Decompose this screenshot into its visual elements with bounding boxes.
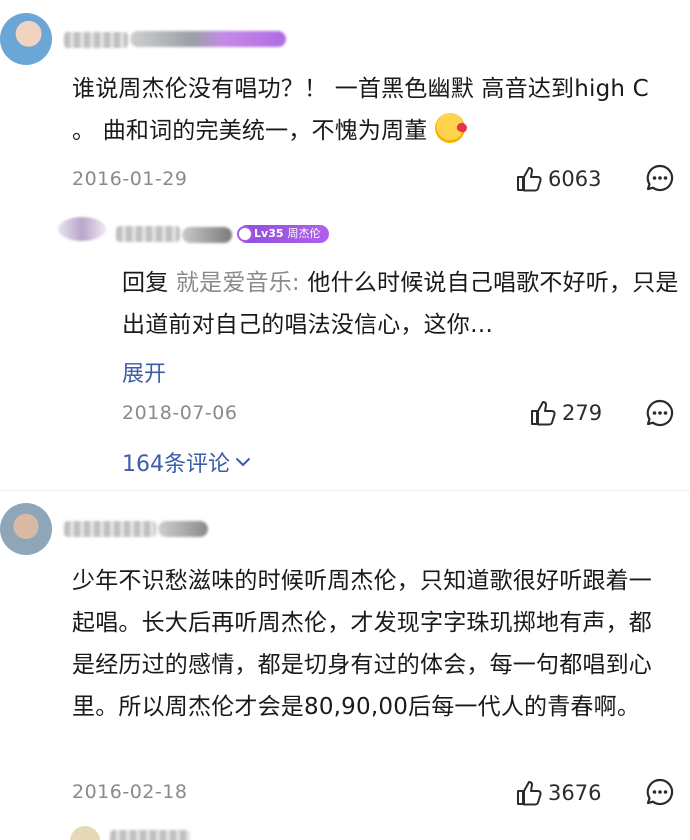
user-badge-blurred — [130, 31, 286, 47]
reply-text: 回复 就是爱音乐: 他什么时候说自己唱歌不好听，只是出道前对自己的唱法没信心，这… — [122, 270, 679, 338]
comment-text: 少年不识愁滋味的时候听周杰伦，只知道歌很好听跟着一起唱。长大后再听周杰伦，才发现… — [72, 568, 652, 720]
comment-date: 2016-02-18 — [72, 781, 188, 803]
reply-user-badge-blurred — [182, 227, 232, 243]
like-button[interactable]: 6063 — [514, 164, 601, 194]
reply-date: 2018-07-06 — [122, 402, 238, 424]
kissing-heart-emoji-icon — [435, 113, 466, 143]
thumbs-up-icon — [517, 781, 542, 806]
chevron-down-icon — [236, 458, 250, 466]
like-count: 3676 — [548, 781, 602, 805]
like-count: 279 — [562, 401, 603, 425]
reply-avatar[interactable] — [58, 217, 106, 241]
username-blurred[interactable] — [64, 521, 156, 537]
avatar[interactable] — [0, 13, 52, 65]
comment-bubble-icon[interactable] — [645, 777, 675, 807]
next-comment-avatar[interactable] — [70, 826, 100, 840]
username-blurred[interactable] — [64, 32, 128, 48]
thumbs-up-icon — [517, 167, 542, 192]
comment-bubble-icon[interactable] — [645, 398, 675, 428]
divider — [0, 490, 690, 491]
comment-date: 2016-01-29 — [72, 168, 188, 190]
reply-like-button[interactable]: 279 — [528, 398, 602, 428]
user-badge-blurred — [158, 521, 208, 537]
comment-bubble-icon[interactable] — [645, 163, 675, 193]
like-button[interactable]: 3676 — [514, 778, 601, 808]
reply-username-blurred[interactable] — [116, 226, 180, 242]
expand-button[interactable]: 展开 — [122, 356, 166, 388]
thumbs-up-icon — [531, 401, 556, 426]
comment-text: 谁说周杰伦没有唱功？！ 一首黑色幽默 高音达到high C 。 曲和词的完美统一… — [72, 76, 649, 144]
avatar[interactable] — [0, 503, 52, 555]
view-more-comments-link[interactable]: 164条评论 — [122, 446, 252, 478]
reply-to-username[interactable]: 就是爱音乐: — [176, 270, 300, 296]
next-comment-username-blurred[interactable] — [110, 830, 190, 840]
like-count: 6063 — [548, 167, 602, 191]
fan-badge-icon — [237, 226, 253, 242]
fan-level-badge: Lv35 周杰伦 — [237, 225, 329, 243]
